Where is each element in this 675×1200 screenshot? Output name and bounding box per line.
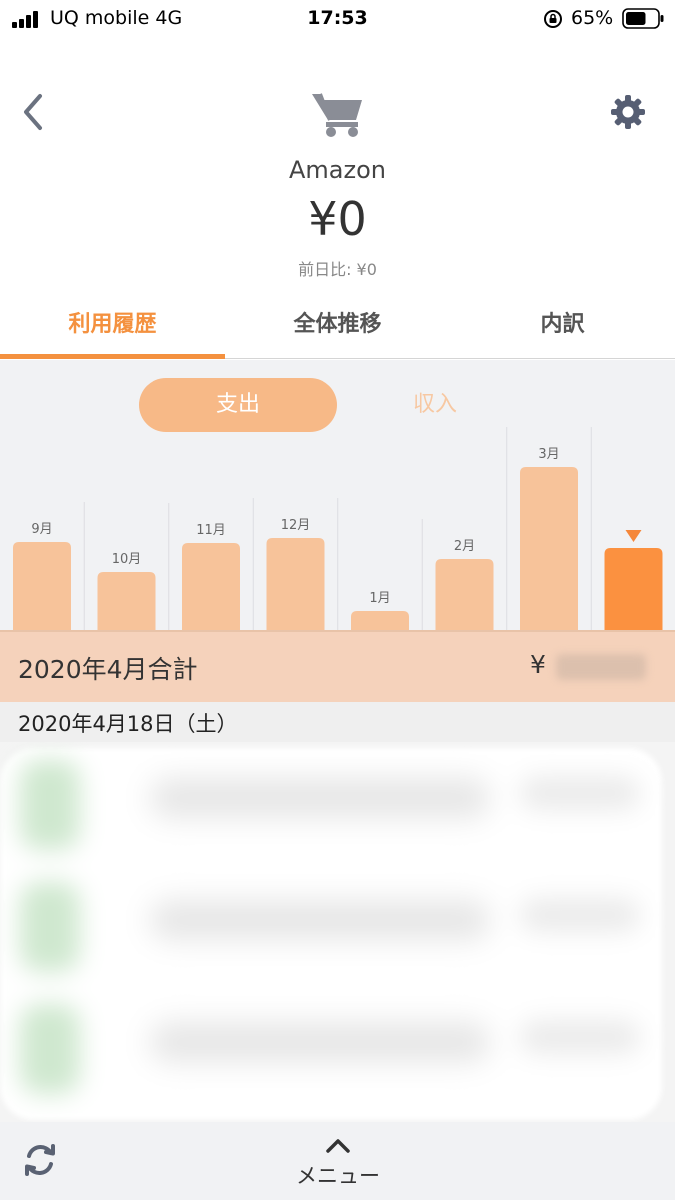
chart-tick-label: 11月 xyxy=(196,523,226,538)
chart-bar[interactable] xyxy=(13,542,71,630)
month-total-currency: ¥ xyxy=(530,650,546,679)
redacted-amount xyxy=(520,1020,640,1054)
list-item[interactable] xyxy=(0,870,662,990)
previous-day-diff: 前日比: ¥0 xyxy=(298,260,377,279)
menu-button[interactable]: メニュー xyxy=(287,1132,389,1192)
transaction-list xyxy=(0,742,675,1122)
list-item[interactable] xyxy=(0,748,662,868)
chart-bar[interactable] xyxy=(182,543,240,630)
rotation-lock-icon xyxy=(544,10,562,28)
list-item[interactable] xyxy=(0,992,662,1112)
bottom-bar: メニュー xyxy=(0,1122,675,1200)
chart-bar[interactable] xyxy=(435,559,494,630)
chart-tick-label: 12月 xyxy=(281,518,311,533)
redacted-icon xyxy=(20,882,80,972)
chevron-left-icon[interactable] xyxy=(18,90,48,134)
chart-bar[interactable] xyxy=(351,611,409,630)
chart-bar[interactable] xyxy=(604,548,663,630)
refresh-icon[interactable] xyxy=(22,1140,58,1180)
chart-bar[interactable] xyxy=(266,538,325,630)
account-balance: ¥0 xyxy=(308,192,367,246)
transaction-card[interactable] xyxy=(0,748,662,1120)
redacted-amount xyxy=(520,898,640,932)
shopping-cart-icon xyxy=(312,93,362,137)
month-total-label: 2020年4月合計 xyxy=(18,655,198,684)
tab-usage-history[interactable]: 利用履歴 xyxy=(0,290,225,359)
tab-overall-trend[interactable]: 全体推移 xyxy=(225,290,450,359)
chart-tick-label: 2月 xyxy=(454,539,475,554)
tab-breakdown[interactable]: 内訳 xyxy=(450,290,675,359)
expense-toggle-button[interactable]: 支出 xyxy=(139,378,337,432)
status-bar: UQ mobile 4G 17:53 65% xyxy=(0,0,675,40)
menu-label: メニュー xyxy=(296,1164,380,1188)
chart-tick-label: 10月 xyxy=(112,552,142,567)
chart-bar[interactable] xyxy=(97,572,156,630)
gear-icon[interactable] xyxy=(608,92,648,132)
redacted-icon xyxy=(20,760,80,850)
account-header: Amazon ¥0 前日比: ¥0 xyxy=(0,40,675,290)
selected-month-marker xyxy=(625,530,642,542)
account-name: Amazon xyxy=(289,156,386,184)
date-group-header: 2020年4月18日（土） xyxy=(0,702,675,742)
tab-bar: 利用履歴 全体推移 内訳 xyxy=(0,290,675,359)
chevron-up-icon xyxy=(326,1139,350,1153)
chart-tick-label: 9月 xyxy=(31,522,52,537)
monthly-chart-panel: 9月 10月 11月 12月 1月 2月 3月 支出 収入 xyxy=(0,360,675,632)
chart-bar[interactable] xyxy=(520,467,578,630)
redacted-icon xyxy=(20,1004,80,1094)
monthly-bar-chart: 9月 10月 11月 12月 1月 2月 3月 xyxy=(0,427,675,632)
month-total-redacted-amount xyxy=(556,654,646,680)
redacted-text xyxy=(150,778,490,818)
redacted-amount xyxy=(520,776,640,810)
month-total-row[interactable]: 2020年4月合計 ¥ xyxy=(0,632,675,702)
redacted-text xyxy=(150,1022,490,1062)
active-tab-indicator xyxy=(0,354,225,359)
battery-icon xyxy=(622,8,664,29)
chart-tick-label: 3月 xyxy=(538,447,559,462)
chart-tick-label: 1月 xyxy=(369,591,390,606)
redacted-text xyxy=(150,900,490,940)
income-toggle-button[interactable]: 収入 xyxy=(385,378,485,432)
battery-percent: 65% xyxy=(571,7,614,29)
date-group-label: 2020年4月18日（土） xyxy=(18,712,238,736)
